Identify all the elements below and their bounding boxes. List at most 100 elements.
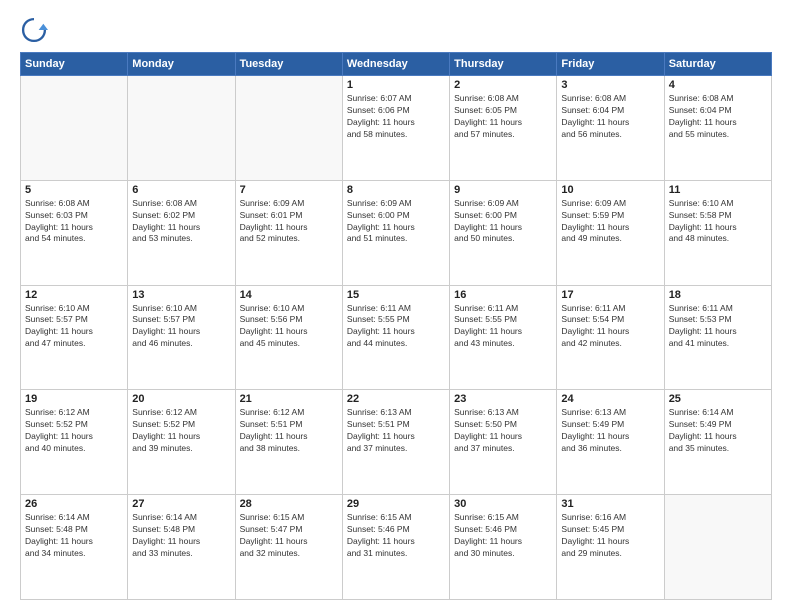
weekday-header-thursday: Thursday (450, 53, 557, 76)
day-number: 12 (25, 289, 123, 301)
day-info: Sunrise: 6:13 AMSunset: 5:49 PMDaylight:… (561, 407, 659, 455)
day-number: 3 (561, 79, 659, 91)
calendar-cell (235, 76, 342, 181)
calendar-cell: 12Sunrise: 6:10 AMSunset: 5:57 PMDayligh… (21, 285, 128, 390)
calendar: SundayMondayTuesdayWednesdayThursdayFrid… (20, 52, 772, 600)
weekday-header-tuesday: Tuesday (235, 53, 342, 76)
calendar-cell: 3 Sunrise: 6:08 AMSunset: 6:04 PMDaylight… (557, 76, 664, 181)
day-number: 9 (454, 184, 552, 196)
weekday-header-monday: Monday (128, 53, 235, 76)
calendar-cell (128, 76, 235, 181)
day-number: 21 (240, 393, 338, 405)
day-info: Sunrise: 6:11 AMSunset: 5:55 PMDaylight:… (347, 303, 445, 351)
calendar-cell: 8 Sunrise: 6:09 AMSunset: 6:00 PMDaylight… (342, 180, 449, 285)
header (20, 16, 772, 44)
day-info: Sunrise: 6:09 AMSunset: 6:00 PMDaylight:… (347, 198, 445, 246)
day-info: Sunrise: 6:15 AMSunset: 5:46 PMDaylight:… (347, 512, 445, 560)
day-number: 25 (669, 393, 767, 405)
day-number: 16 (454, 289, 552, 301)
day-number: 17 (561, 289, 659, 301)
day-number: 30 (454, 498, 552, 510)
calendar-cell: 25 Sunrise: 6:14 AMSunset: 5:49 PMDayligh… (664, 390, 771, 495)
calendar-cell: 31 Sunrise: 6:16 AMSunset: 5:45 PMDayligh… (557, 495, 664, 600)
weekday-header-saturday: Saturday (664, 53, 771, 76)
day-info: Sunrise: 6:12 AMSunset: 5:52 PMDaylight:… (132, 407, 230, 455)
day-number: 5 (25, 184, 123, 196)
calendar-cell: 19Sunrise: 6:12 AMSunset: 5:52 PMDayligh… (21, 390, 128, 495)
day-number: 13 (132, 289, 230, 301)
calendar-cell: 26 Sunrise: 6:14 AMSunset: 5:48 PMDayligh… (21, 495, 128, 600)
day-number: 14 (240, 289, 338, 301)
calendar-cell: 29Sunrise: 6:15 AMSunset: 5:46 PMDayligh… (342, 495, 449, 600)
day-info: Sunrise: 6:10 AMSunset: 5:57 PMDaylight:… (132, 303, 230, 351)
day-number: 24 (561, 393, 659, 405)
day-number: 8 (347, 184, 445, 196)
day-info: Sunrise: 6:11 AMSunset: 5:53 PMDaylight:… (669, 303, 767, 351)
day-number: 15 (347, 289, 445, 301)
day-info: Sunrise: 6:14 AMSunset: 5:49 PMDaylight:… (669, 407, 767, 455)
calendar-cell: 15 Sunrise: 6:11 AMSunset: 5:55 PMDayligh… (342, 285, 449, 390)
week-row-1: 5Sunrise: 6:08 AMSunset: 6:03 PMDaylight… (21, 180, 772, 285)
day-info: Sunrise: 6:09 AMSunset: 5:59 PMDaylight:… (561, 198, 659, 246)
day-info: Sunrise: 6:10 AMSunset: 5:56 PMDaylight:… (240, 303, 338, 351)
week-row-0: 1Sunrise: 6:07 AMSunset: 6:06 PMDaylight… (21, 76, 772, 181)
calendar-cell (21, 76, 128, 181)
logo (20, 16, 52, 44)
logo-icon (20, 16, 48, 44)
calendar-cell (664, 495, 771, 600)
day-number: 2 (454, 79, 552, 91)
day-number: 23 (454, 393, 552, 405)
day-number: 7 (240, 184, 338, 196)
day-number: 4 (669, 79, 767, 91)
calendar-cell: 1Sunrise: 6:07 AMSunset: 6:06 PMDaylight… (342, 76, 449, 181)
calendar-cell: 28 Sunrise: 6:15 AMSunset: 5:47 PMDayligh… (235, 495, 342, 600)
day-number: 10 (561, 184, 659, 196)
calendar-cell: 10 Sunrise: 6:09 AMSunset: 5:59 PMDayligh… (557, 180, 664, 285)
day-info: Sunrise: 6:14 AMSunset: 5:48 PMDaylight:… (25, 512, 123, 560)
day-number: 19 (25, 393, 123, 405)
weekday-header-row: SundayMondayTuesdayWednesdayThursdayFrid… (21, 53, 772, 76)
calendar-cell: 11 Sunrise: 6:10 AMSunset: 5:58 PMDayligh… (664, 180, 771, 285)
day-number: 28 (240, 498, 338, 510)
day-number: 1 (347, 79, 445, 91)
week-row-4: 26 Sunrise: 6:14 AMSunset: 5:48 PMDayligh… (21, 495, 772, 600)
calendar-cell: 6Sunrise: 6:08 AMSunset: 6:02 PMDaylight… (128, 180, 235, 285)
day-info: Sunrise: 6:09 AMSunset: 6:01 PMDaylight:… (240, 198, 338, 246)
calendar-cell: 24 Sunrise: 6:13 AMSunset: 5:49 PMDayligh… (557, 390, 664, 495)
week-row-2: 12 Sunrise: 6:10 AMSunset: 5:57 PMDayligh… (21, 285, 772, 390)
day-info: Sunrise: 6:16 AMSunset: 5:45 PMDaylight:… (561, 512, 659, 560)
day-number: 26 (25, 498, 123, 510)
day-info: Sunrise: 6:12 AMSunset: 5:51 PMDaylight:… (240, 407, 338, 455)
day-info: Sunrise: 6:11 AMSunset: 5:54 PMDaylight:… (561, 303, 659, 351)
calendar-cell: 2 Sunrise: 6:08 AMSunset: 6:05 PMDaylight… (450, 76, 557, 181)
calendar-cell: 20 Sunrise: 6:12 AMSunset: 5:52 PMDayligh… (128, 390, 235, 495)
day-number: 20 (132, 393, 230, 405)
calendar-cell: 22Sunrise: 6:13 AMSunset: 5:51 PMDayligh… (342, 390, 449, 495)
calendar-cell: 18Sunrise: 6:11 AMSunset: 5:53 PMDayligh… (664, 285, 771, 390)
calendar-cell: 17 Sunrise: 6:11 AMSunset: 5:54 PMDayligh… (557, 285, 664, 390)
calendar-cell: 21 Sunrise: 6:12 AMSunset: 5:51 PMDayligh… (235, 390, 342, 495)
day-number: 11 (669, 184, 767, 196)
calendar-cell: 7 Sunrise: 6:09 AMSunset: 6:01 PMDaylight… (235, 180, 342, 285)
day-info: Sunrise: 6:14 AMSunset: 5:48 PMDaylight:… (132, 512, 230, 560)
day-number: 31 (561, 498, 659, 510)
day-info: Sunrise: 6:10 AMSunset: 5:58 PMDaylight:… (669, 198, 767, 246)
weekday-header-friday: Friday (557, 53, 664, 76)
calendar-cell: 4 Sunrise: 6:08 AMSunset: 6:04 PMDaylight… (664, 76, 771, 181)
day-info: Sunrise: 6:13 AMSunset: 5:50 PMDaylight:… (454, 407, 552, 455)
day-info: Sunrise: 6:08 AMSunset: 6:04 PMDaylight:… (561, 93, 659, 141)
day-info: Sunrise: 6:08 AMSunset: 6:05 PMDaylight:… (454, 93, 552, 141)
weekday-header-wednesday: Wednesday (342, 53, 449, 76)
day-info: Sunrise: 6:13 AMSunset: 5:51 PMDaylight:… (347, 407, 445, 455)
day-number: 27 (132, 498, 230, 510)
page: SundayMondayTuesdayWednesdayThursdayFrid… (0, 0, 792, 612)
week-row-3: 19 Sunrise: 6:12 AMSunset: 5:52 PMDayligh… (21, 390, 772, 495)
calendar-cell: 27 Sunrise: 6:14 AMSunset: 5:48 PMDayligh… (128, 495, 235, 600)
day-info: Sunrise: 6:15 AMSunset: 5:47 PMDaylight:… (240, 512, 338, 560)
calendar-cell: 30Sunrise: 6:15 AMSunset: 5:46 PMDayligh… (450, 495, 557, 600)
weekday-header-sunday: Sunday (21, 53, 128, 76)
day-info: Sunrise: 6:11 AMSunset: 5:55 PMDaylight:… (454, 303, 552, 351)
calendar-cell: 9Sunrise: 6:09 AMSunset: 6:00 PMDaylight… (450, 180, 557, 285)
day-number: 6 (132, 184, 230, 196)
day-info: Sunrise: 6:08 AMSunset: 6:04 PMDaylight:… (669, 93, 767, 141)
